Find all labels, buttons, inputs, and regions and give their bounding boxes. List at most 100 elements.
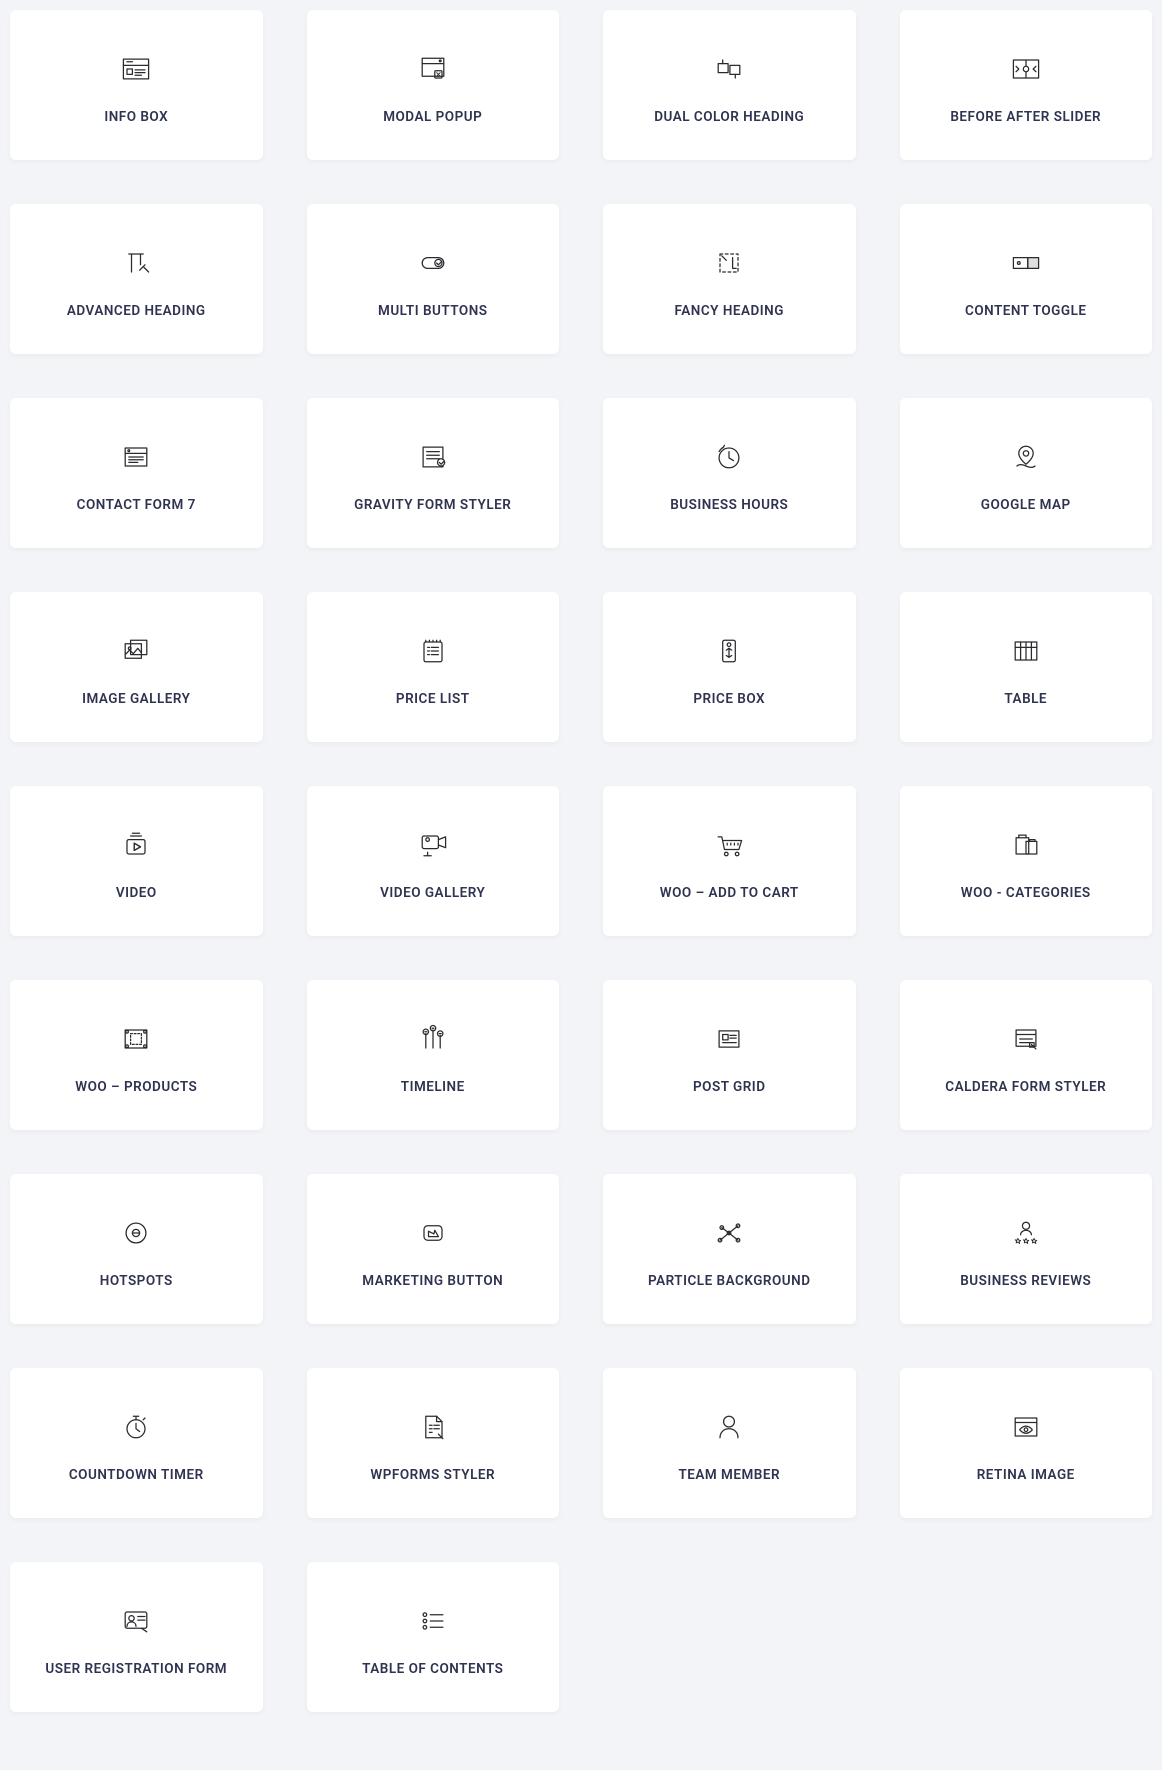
widget-card-label: TABLE bbox=[1004, 691, 1047, 707]
widget-card[interactable]: BEFORE AFTER SLIDER bbox=[900, 10, 1153, 160]
wpforms-styler-icon bbox=[413, 1407, 453, 1447]
widget-card-label: PARTICLE BACKGROUND bbox=[648, 1273, 811, 1289]
widget-card-label: IMAGE GALLERY bbox=[82, 691, 190, 707]
widget-card-label: VIDEO bbox=[116, 885, 157, 901]
multi-buttons-icon bbox=[413, 243, 453, 283]
widget-card-label: CALDERA FORM STYLER bbox=[945, 1079, 1106, 1095]
image-gallery-icon bbox=[116, 631, 156, 671]
widget-card[interactable]: BUSINESS HOURS bbox=[603, 398, 856, 548]
post-grid-icon bbox=[709, 1019, 749, 1059]
widget-card-label: MULTI BUTTONS bbox=[378, 303, 488, 319]
widget-card-label: VIDEO GALLERY bbox=[380, 885, 485, 901]
widget-card[interactable]: USER REGISTRATION FORM bbox=[10, 1562, 263, 1712]
modal-popup-icon bbox=[413, 49, 453, 89]
widget-card[interactable]: PARTICLE BACKGROUND bbox=[603, 1174, 856, 1324]
business-hours-icon bbox=[709, 437, 749, 477]
google-map-icon bbox=[1006, 437, 1046, 477]
widget-card[interactable]: INFO BOX bbox=[10, 10, 263, 160]
widget-card-label: BUSINESS REVIEWS bbox=[960, 1273, 1091, 1289]
widget-card[interactable]: WOO – PRODUCTS bbox=[10, 980, 263, 1130]
widget-card-label: POST GRID bbox=[693, 1079, 766, 1095]
widget-card[interactable]: MARKETING BUTTON bbox=[307, 1174, 560, 1324]
widget-card[interactable]: TABLE bbox=[900, 592, 1153, 742]
widget-card-label: TABLE OF CONTENTS bbox=[362, 1661, 503, 1677]
widget-card[interactable]: PRICE BOX bbox=[603, 592, 856, 742]
info-box-icon bbox=[116, 49, 156, 89]
widget-card[interactable]: DUAL COLOR HEADING bbox=[603, 10, 856, 160]
widget-card[interactable]: WPFORMS STYLER bbox=[307, 1368, 560, 1518]
widget-card-label: CONTACT FORM 7 bbox=[77, 497, 196, 513]
widget-card[interactable]: HOTSPOTS bbox=[10, 1174, 263, 1324]
widget-card-label: HOTSPOTS bbox=[100, 1273, 173, 1289]
advanced-heading-icon bbox=[116, 243, 156, 283]
widget-card[interactable]: MULTI BUTTONS bbox=[307, 204, 560, 354]
countdown-timer-icon bbox=[116, 1407, 156, 1447]
widget-card-label: WPFORMS STYLER bbox=[370, 1467, 495, 1483]
timeline-icon bbox=[413, 1019, 453, 1059]
widget-card-label: PRICE BOX bbox=[693, 691, 765, 707]
video-gallery-icon bbox=[413, 825, 453, 865]
widget-card-label: RETINA IMAGE bbox=[977, 1467, 1075, 1483]
widget-card[interactable]: RETINA IMAGE bbox=[900, 1368, 1153, 1518]
marketing-button-icon bbox=[413, 1213, 453, 1253]
widget-card-label: INFO BOX bbox=[104, 109, 168, 125]
widget-card[interactable]: FANCY HEADING bbox=[603, 204, 856, 354]
fancy-heading-icon bbox=[709, 243, 749, 283]
widget-card[interactable]: TEAM MEMBER bbox=[603, 1368, 856, 1518]
retina-image-icon bbox=[1006, 1407, 1046, 1447]
widget-card[interactable]: GOOGLE MAP bbox=[900, 398, 1153, 548]
widget-card-label: MARKETING BUTTON bbox=[362, 1273, 503, 1289]
widget-card-label: PRICE LIST bbox=[396, 691, 470, 707]
widget-card[interactable]: COUNTDOWN TIMER bbox=[10, 1368, 263, 1518]
gravity-form-styler-icon bbox=[413, 437, 453, 477]
caldera-form-styler-icon bbox=[1006, 1019, 1046, 1059]
widget-card[interactable]: VIDEO GALLERY bbox=[307, 786, 560, 936]
widget-card-label: USER REGISTRATION FORM bbox=[45, 1661, 227, 1677]
widget-card[interactable]: CALDERA FORM STYLER bbox=[900, 980, 1153, 1130]
widget-card-label: GRAVITY FORM STYLER bbox=[354, 497, 511, 513]
widget-card[interactable]: MODAL POPUP bbox=[307, 10, 560, 160]
widget-card[interactable]: GRAVITY FORM STYLER bbox=[307, 398, 560, 548]
widget-card[interactable]: TIMELINE bbox=[307, 980, 560, 1130]
widget-card[interactable]: PRICE LIST bbox=[307, 592, 560, 742]
before-after-slider-icon bbox=[1006, 49, 1046, 89]
widget-card[interactable]: ADVANCED HEADING bbox=[10, 204, 263, 354]
widget-card-label: TEAM MEMBER bbox=[678, 1467, 780, 1483]
widget-card-label: BEFORE AFTER SLIDER bbox=[950, 109, 1101, 125]
widget-card-label: ADVANCED HEADING bbox=[67, 303, 206, 319]
widget-card-label: CONTENT TOGGLE bbox=[965, 303, 1087, 319]
price-list-icon bbox=[413, 631, 453, 671]
widget-card-label: WOO – ADD TO CART bbox=[660, 885, 799, 901]
widget-card-label: FANCY HEADING bbox=[675, 303, 784, 319]
widget-card-label: GOOGLE MAP bbox=[981, 497, 1071, 513]
table-icon bbox=[1006, 631, 1046, 671]
contact-form-7-icon bbox=[116, 437, 156, 477]
user-registration-form-icon bbox=[116, 1601, 156, 1641]
widget-grid-wrap: INFO BOX MODAL POPUP DUAL COLOR HEADING BEF… bbox=[10, 10, 1152, 1712]
widget-grid: INFO BOX MODAL POPUP DUAL COLOR HEADING BEF… bbox=[10, 10, 1152, 1712]
widget-card[interactable]: CONTENT TOGGLE bbox=[900, 204, 1153, 354]
widget-card[interactable]: TABLE OF CONTENTS bbox=[307, 1562, 560, 1712]
hotspots-icon bbox=[116, 1213, 156, 1253]
widget-card[interactable]: BUSINESS REVIEWS bbox=[900, 1174, 1153, 1324]
widget-card[interactable]: WOO - CATEGORIES bbox=[900, 786, 1153, 936]
widget-card-label: COUNTDOWN TIMER bbox=[69, 1467, 204, 1483]
widget-card-label: MODAL POPUP bbox=[383, 109, 482, 125]
widget-card[interactable]: POST GRID bbox=[603, 980, 856, 1130]
particle-background-icon bbox=[709, 1213, 749, 1253]
widget-card-label: WOO – PRODUCTS bbox=[75, 1079, 197, 1095]
widget-card[interactable]: CONTACT FORM 7 bbox=[10, 398, 263, 548]
table-of-contents-icon bbox=[413, 1601, 453, 1641]
team-member-icon bbox=[709, 1407, 749, 1447]
widget-card-label: DUAL COLOR HEADING bbox=[654, 109, 804, 125]
woo-categories-icon bbox=[1006, 825, 1046, 865]
widget-card-label: TIMELINE bbox=[401, 1079, 465, 1095]
widget-card[interactable]: WOO – ADD TO CART bbox=[603, 786, 856, 936]
woo-add-to-cart-icon bbox=[709, 825, 749, 865]
widget-card[interactable]: VIDEO bbox=[10, 786, 263, 936]
content-toggle-icon bbox=[1006, 243, 1046, 283]
widget-card-label: WOO - CATEGORIES bbox=[961, 885, 1091, 901]
woo-products-icon bbox=[116, 1019, 156, 1059]
business-reviews-icon bbox=[1006, 1213, 1046, 1253]
widget-card[interactable]: IMAGE GALLERY bbox=[10, 592, 263, 742]
